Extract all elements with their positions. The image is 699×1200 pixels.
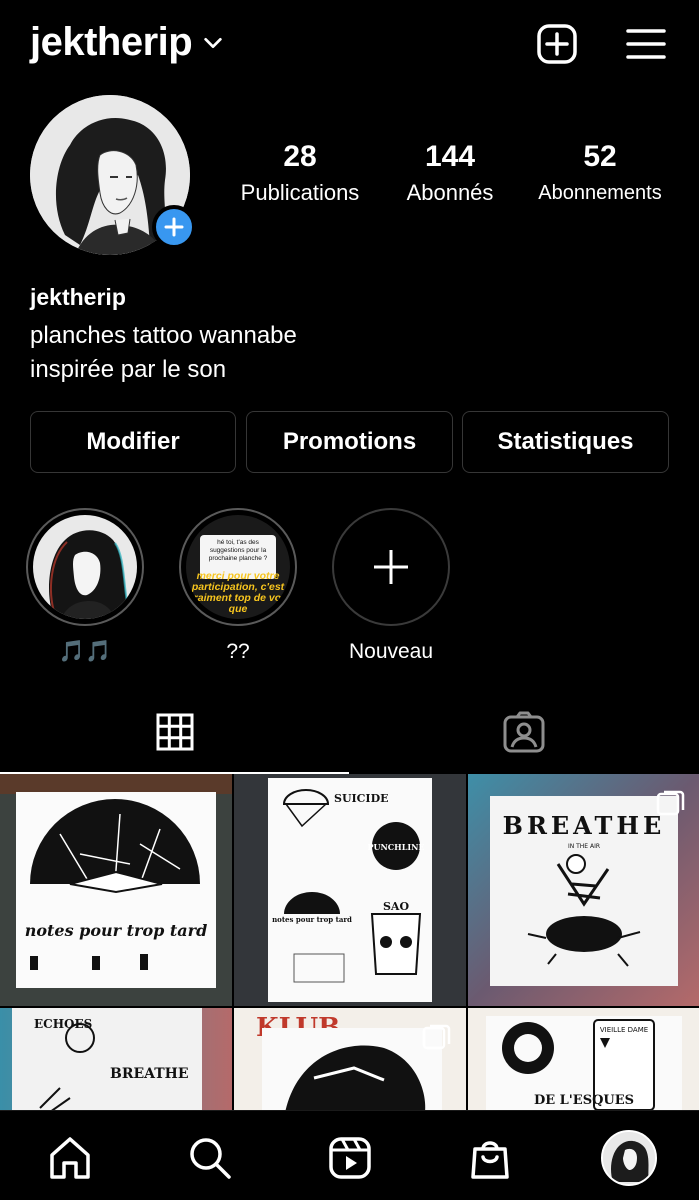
highlight-cover[interactable]: hé toi, t'as des suggestions pour la pro… bbox=[179, 508, 297, 626]
highlight-item[interactable]: 🎵🎵 bbox=[25, 508, 145, 664]
bottom-navigation bbox=[0, 1110, 699, 1200]
header-username: jektherip bbox=[30, 20, 193, 64]
post2-text-c: notes pour trop tard bbox=[272, 915, 352, 924]
highlight-cover[interactable] bbox=[26, 508, 144, 626]
post-image: SUICIDE PUNCHLINE notes pour trop tard S… bbox=[234, 774, 466, 1006]
nav-home[interactable] bbox=[45, 1133, 95, 1183]
stat-followers-value: 144 bbox=[424, 140, 476, 173]
bio-line-1: planches tattoo wannabe bbox=[30, 322, 297, 349]
carousel-icon bbox=[656, 790, 685, 816]
profile-stats: 28 Publications 144 Abonnés 52 Abonnemen… bbox=[220, 140, 690, 220]
post6-text: DE L'ESQUES bbox=[534, 1093, 634, 1108]
posts-grid: notes pour trop tard SUICIDE PUNCHLINE n… bbox=[0, 774, 699, 1110]
highlight-item[interactable]: hé toi, t'as des suggestions pour la pro… bbox=[178, 508, 298, 664]
stat-posts-value: 28 bbox=[283, 140, 317, 173]
new-post-button[interactable] bbox=[535, 22, 579, 66]
stat-following-value: 52 bbox=[583, 140, 617, 173]
highlight-image: hé toi, t'as des suggestions pour la pro… bbox=[186, 515, 290, 619]
account-switcher[interactable]: jektherip bbox=[30, 20, 224, 65]
post-image: ECHOES BREATHE bbox=[0, 1008, 232, 1110]
post2-text-d: SAO bbox=[383, 900, 409, 913]
home-icon bbox=[50, 1137, 90, 1179]
grid-post[interactable]: ECHOES BREATHE bbox=[0, 1008, 232, 1110]
tab-grid[interactable] bbox=[0, 690, 349, 774]
top-header: jektherip bbox=[0, 0, 699, 88]
nav-search[interactable] bbox=[185, 1133, 235, 1183]
grid-post[interactable]: VIEILLE DAME DE L'ESQUES bbox=[468, 1008, 699, 1110]
edit-profile-button[interactable]: Modifier bbox=[30, 411, 236, 473]
post2-text-b: PUNCHLINE bbox=[367, 842, 424, 852]
post2-text-a: SUICIDE bbox=[334, 792, 389, 805]
profile-avatar-container[interactable] bbox=[30, 95, 196, 255]
profile-tabs bbox=[0, 690, 699, 774]
statistics-button[interactable]: Statistiques bbox=[462, 411, 669, 473]
post6-text-b: VIEILLE DAME bbox=[600, 1026, 648, 1034]
menu-button[interactable] bbox=[624, 22, 668, 66]
plus-icon bbox=[374, 550, 408, 584]
grid-icon bbox=[156, 713, 193, 751]
plus-square-icon bbox=[537, 24, 577, 64]
profile-bio: jektherip planches tattoo wannabe inspir… bbox=[30, 284, 670, 387]
post-image: notes pour trop tard bbox=[0, 774, 232, 1006]
profile-avatar-small bbox=[601, 1130, 657, 1186]
profile-name: jektherip bbox=[30, 284, 126, 310]
grid-post[interactable]: SUICIDE PUNCHLINE notes pour trop tard S… bbox=[234, 774, 466, 1006]
stat-following-label: Abonnements bbox=[538, 182, 662, 204]
overlay-text: merci pour votre participation, c'est vr… bbox=[187, 570, 289, 615]
stat-posts-label: Publications bbox=[240, 180, 360, 205]
plus-icon bbox=[164, 217, 184, 237]
tagged-person-icon bbox=[503, 711, 544, 753]
new-highlight-button[interactable] bbox=[332, 508, 450, 626]
highlight-label: ?? bbox=[226, 640, 250, 663]
stat-following[interactable]: 52 Abonnements bbox=[525, 140, 675, 205]
stat-followers-label: Abonnés bbox=[406, 180, 494, 205]
post3-subtext: IN THE AIR bbox=[568, 843, 600, 850]
grid-post[interactable]: notes pour trop tard bbox=[0, 774, 232, 1006]
chevron-down-icon bbox=[204, 37, 222, 48]
post3-text: BREATHE bbox=[503, 811, 666, 840]
promotions-button[interactable]: Promotions bbox=[246, 411, 453, 473]
highlight-label: Nouveau bbox=[348, 640, 434, 663]
nav-profile[interactable] bbox=[600, 1129, 658, 1187]
add-story-button[interactable] bbox=[152, 205, 196, 249]
nav-shop[interactable] bbox=[465, 1133, 515, 1183]
search-icon bbox=[190, 1138, 231, 1179]
nav-reels[interactable] bbox=[325, 1133, 375, 1183]
grid-post[interactable]: KLUB bbox=[234, 1008, 466, 1110]
highlight-label: 🎵🎵 bbox=[58, 640, 112, 663]
post1-text: notes pour trop tard bbox=[25, 921, 208, 940]
hamburger-menu-icon bbox=[626, 29, 666, 59]
reels-icon bbox=[329, 1137, 371, 1179]
stat-followers[interactable]: 144 Abonnés bbox=[385, 140, 515, 206]
bio-line-2: inspirée par le son bbox=[30, 356, 227, 383]
post4-text-b: BREATHE bbox=[110, 1066, 189, 1082]
stat-posts[interactable]: 28 Publications bbox=[220, 140, 380, 206]
grid-post[interactable]: BREATHE IN THE AIR bbox=[468, 774, 699, 1006]
shopping-bag-icon bbox=[471, 1141, 509, 1179]
carousel-icon bbox=[422, 1024, 451, 1050]
tab-tagged[interactable] bbox=[349, 690, 698, 774]
new-highlight-item[interactable]: Nouveau bbox=[331, 508, 451, 664]
highlight-image bbox=[33, 515, 137, 619]
post-image: VIEILLE DAME DE L'ESQUES bbox=[468, 1008, 699, 1110]
